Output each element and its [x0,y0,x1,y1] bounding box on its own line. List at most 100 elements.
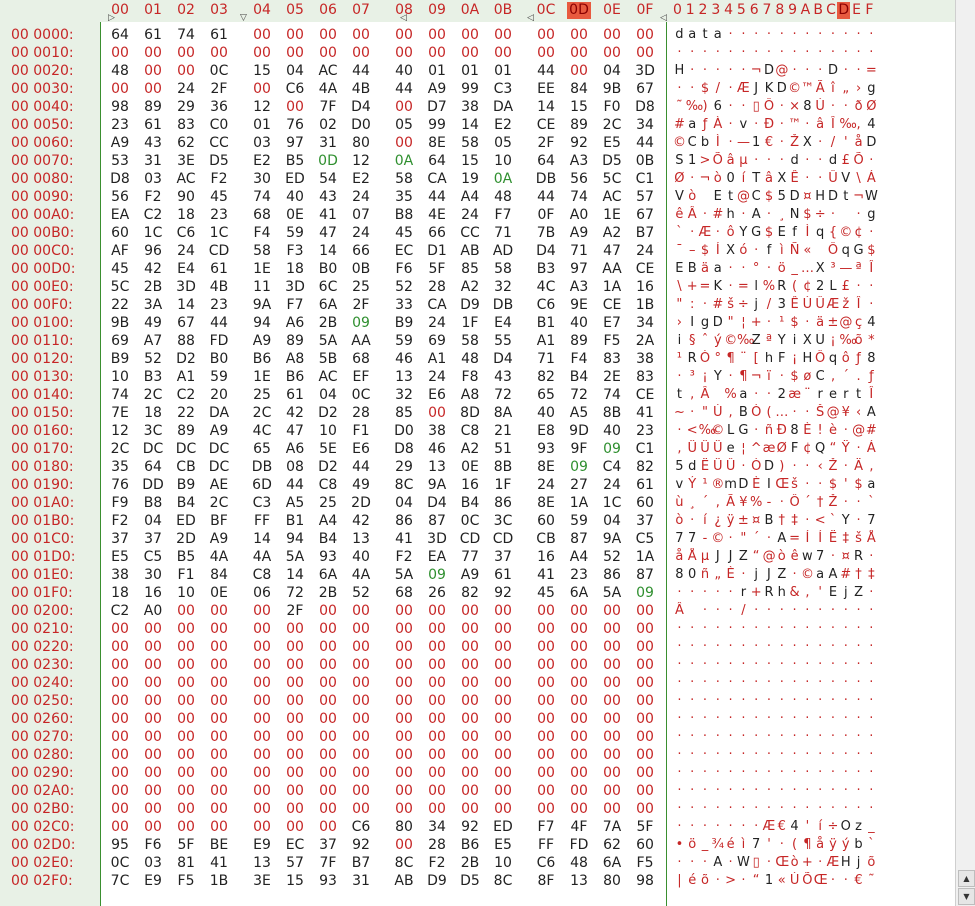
hex-byte[interactable]: 16 [633,278,657,296]
hex-byte[interactable]: 00 [633,620,657,638]
hex-byte[interactable]: 57 [283,854,307,872]
hex-byte[interactable]: CC [207,134,231,152]
ascii-char[interactable]: · [686,512,699,530]
ascii-char[interactable]: D [775,80,788,98]
ascii-char[interactable]: · [763,710,776,728]
hex-byte[interactable]: 00 [141,62,165,80]
hex-byte[interactable]: 0C [207,62,231,80]
hex-row[interactable]: 00 0200: C2 A0 00 00 00 2F 00 00 00 00 00 00 00 00 00 00… [0,602,955,620]
ascii-char[interactable]: ' [801,818,814,836]
ascii-char[interactable]: · [737,782,750,800]
ascii-char[interactable]: · [775,638,788,656]
ascii-char[interactable]: f [788,224,801,242]
ascii-char[interactable]: · [711,602,724,620]
ascii-char[interactable]: b [852,836,865,854]
ascii-char[interactable]: " [724,314,737,332]
hex-byte[interactable]: 00 [425,26,449,44]
ascii-char[interactable]: · [852,800,865,818]
ascii-char[interactable]: · [763,620,776,638]
ascii-char[interactable]: , [724,404,737,422]
hex-byte[interactable]: 64 [108,26,132,44]
hex-row[interactable]: 00 0150: 7E 18 22 DA 2C 42 D2 28 85 00 8D 8A 40 A5 8B 41… [0,404,955,422]
ascii-char[interactable]: · [814,638,827,656]
hex-byte[interactable]: 00 [174,800,198,818]
ascii-char[interactable]: ¦ [737,314,750,332]
ascii-char[interactable]: & [788,584,801,602]
hex-byte[interactable]: A0 [141,602,165,620]
ascii-char[interactable]: · [724,674,737,692]
ascii-char[interactable]: ` [827,512,840,530]
hex-byte[interactable]: A5 [567,404,591,422]
ascii-char[interactable]: · [686,44,699,62]
hex-byte[interactable]: 45 [108,260,132,278]
hex-byte[interactable]: 00 [174,44,198,62]
ascii-text[interactable]: Â · · · / · · · · · · · · · · [673,602,883,620]
ascii-text[interactable]: 5 d Ë Ü Û · Ò D) · · ‹ Ž · Ä ‚ [673,458,883,476]
ascii-char[interactable]: , [673,440,686,458]
hex-byte[interactable]: 1F [491,476,515,494]
ascii-char[interactable]: ' [839,134,852,152]
ascii-char[interactable]: \ [673,278,686,296]
hex-row[interactable]: 00 02E0: 0C 03 81 41 13 57 7F B7 8C F2 2B 10 C6 48 6A F5… [0,854,955,872]
hex-byte[interactable]: 00 [316,800,340,818]
ascii-char[interactable]: · [686,620,699,638]
ascii-char[interactable]: ç [852,314,865,332]
hex-byte[interactable]: 68 [392,584,416,602]
ascii-char[interactable]: † [814,494,827,512]
ascii-char[interactable]: · [750,782,763,800]
hex-byte[interactable]: F5 [174,872,198,890]
hex-byte[interactable]: 60 [633,836,657,854]
ascii-char[interactable]: e [827,386,840,404]
ascii-char[interactable]: Ý [686,476,699,494]
hex-byte[interactable]: 00 [108,746,132,764]
hex-byte[interactable]: 48 [491,188,515,206]
hex-byte[interactable]: 00 [316,638,340,656]
hex-byte[interactable]: DB [534,170,558,188]
ascii-char[interactable]: · [814,746,827,764]
ascii-char[interactable]: · [711,818,724,836]
ascii-char[interactable]: · [686,710,699,728]
hex-byte[interactable]: 9B [108,314,132,332]
hex-byte[interactable]: 57 [633,188,657,206]
ascii-char[interactable]: S [673,152,686,170]
ascii-text[interactable]: d a t a · · · · · · · · · · · · [673,26,883,44]
ascii-char[interactable]: ò [686,188,699,206]
hex-byte[interactable]: 12 [108,422,132,440]
hex-byte[interactable]: 12 [250,98,274,116]
ascii-char[interactable]: Ô [763,98,776,116]
hex-byte[interactable]: 44 [534,188,558,206]
ascii-char[interactable]: · [865,728,878,746]
hex-row[interactable]: 00 0110: 69 A7 88 FD A9 89 5A AA 59 69 58 55 A1 89 F5 2A… [0,332,955,350]
ascii-char[interactable]: ª [852,260,865,278]
hex-byte[interactable]: C2 [174,386,198,404]
hex-byte[interactable]: 00 [283,656,307,674]
hex-byte[interactable]: 13 [392,368,416,386]
hex-byte[interactable]: 00 [349,692,373,710]
ascii-char[interactable]: · [788,26,801,44]
hex-byte[interactable]: 00 [349,656,373,674]
ascii-text[interactable]: · · · · · · · · · · · · · · · · [673,746,883,764]
hex-byte[interactable]: 00 [283,98,307,116]
ascii-char[interactable]: ´ [699,494,712,512]
hex-byte[interactable]: CD [207,242,231,260]
ascii-char[interactable]: ‰ [839,116,856,134]
hex-byte[interactable]: 00 [458,638,482,656]
ascii-char[interactable]: · [775,692,788,710]
hex-row[interactable]: 00 01A0: F9 B8 B4 2C C3 A5 25 2D 04 D4 B4 86 8E 1A 1C 60… [0,494,955,512]
hex-byte[interactable]: A9 [207,422,231,440]
hex-byte[interactable]: 00 [108,818,132,836]
ascii-char[interactable]: · [839,800,852,818]
ascii-text[interactable]: # a ƒ À · v · Ð · ™ · â Î ‰, 4 [673,116,883,134]
hex-byte[interactable]: 00 [633,638,657,656]
ascii-char[interactable]: q [827,350,840,368]
hex-rows[interactable]: 00 0000: 64 61 74 61 00 00 00 00 00 00 00 00 00 00 00 00… [0,22,955,906]
ascii-char[interactable]: 5 [775,188,788,206]
hex-byte[interactable]: 47 [283,422,307,440]
hex-byte[interactable]: 1B [207,872,231,890]
hex-byte[interactable]: 89 [567,332,591,350]
ascii-char[interactable]: ô [839,350,852,368]
ascii-char[interactable]: 8 [788,422,801,440]
hex-byte[interactable]: DC [141,440,165,458]
hex-byte[interactable]: 52 [141,350,165,368]
ascii-char[interactable]: · [839,422,852,440]
